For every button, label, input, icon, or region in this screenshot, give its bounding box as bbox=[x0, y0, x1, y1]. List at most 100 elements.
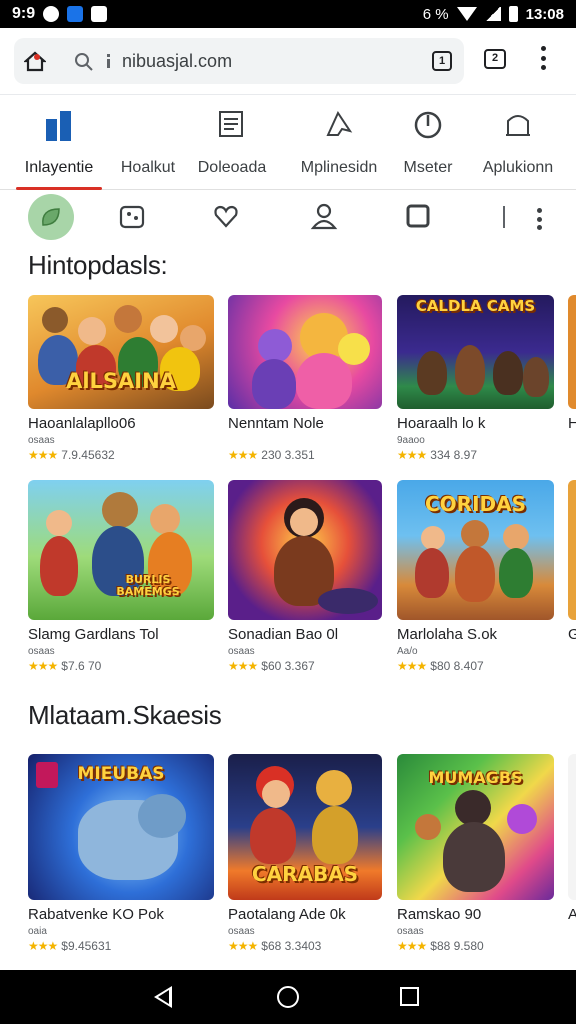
category-label: Mseter bbox=[403, 159, 453, 176]
game-card[interactable]: MUMAGBS Ramskao 90 osaas ★★★ $88 9.580 bbox=[397, 754, 554, 953]
game-thumbnail[interactable]: MUMAGBS bbox=[397, 754, 554, 900]
game-title: Rabatvenke KO Pok bbox=[28, 906, 164, 923]
category-label: Inlayentie bbox=[24, 159, 94, 176]
game-thumbnail[interactable] bbox=[228, 295, 382, 409]
game-logo: CARABAS bbox=[251, 862, 359, 886]
game-title: Ramskao 90 bbox=[397, 906, 482, 923]
badge bbox=[36, 762, 58, 788]
rating-stars: ★★★ bbox=[397, 659, 427, 673]
game-card[interactable]: CARABAS Paotalang Ade 0k osaas ★★★ $68 3.… bbox=[228, 754, 382, 953]
game-thumbnail[interactable]: CALDLA CAMS bbox=[397, 295, 554, 409]
game-title: Hoaraalh lo k bbox=[397, 415, 486, 432]
game-thumbnail[interactable] bbox=[228, 480, 382, 620]
rating-stars: ★★★ bbox=[228, 659, 258, 673]
game-subtitle: oaia bbox=[28, 926, 47, 937]
tab-switcher-button[interactable]: 2 bbox=[484, 49, 506, 69]
rating-value: $7.6 70 bbox=[61, 659, 102, 673]
game-thumbnail[interactable] bbox=[568, 754, 576, 900]
battery-icon bbox=[508, 6, 518, 22]
game-thumbnail[interactable]: CORIDAS bbox=[397, 480, 554, 620]
url-text[interactable]: nibuasjal.com bbox=[122, 51, 232, 72]
game-rating: ★★★ 7.9.45632 bbox=[28, 448, 214, 462]
heart-icon[interactable] bbox=[212, 202, 240, 230]
status-time: 9:9 bbox=[12, 5, 36, 22]
address-bar[interactable]: nibuasjal.com 1 bbox=[14, 38, 464, 84]
game-thumbnail[interactable] bbox=[568, 295, 576, 409]
rating-value: $9.45631 bbox=[61, 939, 112, 953]
category-label: Hoalkut bbox=[120, 159, 176, 176]
game-card-partial[interactable]: A bbox=[568, 754, 576, 923]
filter-row bbox=[0, 192, 576, 242]
game-logo: BURLIS BAMEMGS bbox=[116, 573, 180, 598]
filter-chip-active[interactable] bbox=[28, 194, 74, 240]
game-logo: CALDLA CAMS bbox=[415, 297, 536, 315]
game-card[interactable]: CORIDAS Marlolaha S.ok Aa/o ★★★ $80 8.407 bbox=[397, 480, 554, 673]
game-card-partial[interactable]: G bbox=[568, 480, 576, 643]
puzzle-icon[interactable] bbox=[118, 202, 146, 230]
game-card[interactable]: BURLIS BAMEMGS Slamg Gardlans Tol osaas … bbox=[28, 480, 214, 673]
game-rating: ★★★ $80 8.407 bbox=[397, 659, 554, 673]
rating-value: $68 3.3403 bbox=[261, 939, 322, 953]
game-thumbnail[interactable] bbox=[568, 480, 576, 620]
back-icon[interactable] bbox=[154, 986, 172, 1008]
category-tab-3[interactable]: Mplinesidn bbox=[294, 95, 384, 189]
tab-switcher-inner[interactable]: 1 bbox=[432, 51, 452, 71]
rating-stars: ★★★ bbox=[397, 448, 427, 462]
status-percent: 6 % bbox=[422, 5, 449, 23]
game-card[interactable]: AlLSAINA Haoanlalapllo06 osaas ★★★ 7.9.45… bbox=[28, 295, 214, 462]
home-icon[interactable] bbox=[24, 50, 46, 72]
category-tab-0[interactable]: Inlayentie bbox=[16, 95, 102, 190]
lock-icon[interactable] bbox=[106, 54, 111, 68]
category-tab-4[interactable]: Mseter bbox=[398, 95, 458, 189]
rating-value: 334 8.97 bbox=[430, 448, 477, 462]
rating-stars: ★★★ bbox=[228, 939, 258, 953]
game-card-partial[interactable]: H bbox=[568, 295, 576, 432]
more-icon[interactable] bbox=[536, 208, 542, 230]
game-card[interactable]: MIEUBAS Rabatvenke KO Pok oaia ★★★ $9.456… bbox=[28, 754, 214, 953]
recents-icon[interactable] bbox=[400, 987, 419, 1006]
wifi-icon bbox=[456, 7, 477, 21]
game-title: H bbox=[568, 415, 576, 432]
rating-value: $80 8.407 bbox=[430, 659, 484, 673]
game-subtitle: 9aaoo bbox=[397, 435, 425, 446]
game-rating: ★★★ $7.6 70 bbox=[28, 659, 214, 673]
game-rating: ★★★ $60 3.367 bbox=[228, 659, 382, 673]
notification-icon bbox=[43, 6, 60, 22]
game-thumbnail[interactable]: BURLIS BAMEMGS bbox=[28, 480, 214, 620]
category-label: Mplinesidn bbox=[300, 159, 378, 176]
category-tab-2[interactable]: Doleoada bbox=[194, 95, 270, 189]
airplane-icon bbox=[326, 110, 353, 136]
category-tab-5[interactable]: Aplukionn bbox=[480, 95, 556, 189]
category-label: Aplukionn bbox=[482, 159, 554, 176]
game-subtitle: osaas bbox=[28, 646, 55, 657]
game-thumbnail[interactable]: AlLSAINA bbox=[28, 295, 214, 409]
game-rating: ★★★ 334 8.97 bbox=[397, 448, 554, 462]
game-card[interactable]: CALDLA CAMS Hoaraalh lo k 9aaoo ★★★ 334 8… bbox=[397, 295, 554, 462]
status-clock: 13:08 bbox=[525, 5, 564, 23]
game-subtitle: osaas bbox=[228, 646, 255, 657]
rating-stars: ★★★ bbox=[28, 939, 58, 953]
game-logo: MUMAGBS bbox=[428, 768, 523, 787]
leaf-icon bbox=[42, 208, 60, 226]
rating-value: $60 3.367 bbox=[261, 659, 315, 673]
game-rating: ★★★ $68 3.3403 bbox=[228, 939, 382, 953]
game-title: Slamg Gardlans Tol bbox=[28, 626, 159, 643]
game-thumbnail[interactable]: CARABAS bbox=[228, 754, 382, 900]
game-subtitle: osaas bbox=[397, 926, 424, 937]
status-bar: 9:9 6 % 13:08 bbox=[0, 0, 576, 28]
game-card[interactable]: Sonadian Bao 0l osaas ★★★ $60 3.367 bbox=[228, 480, 382, 673]
game-title: Paotalang Ade 0k bbox=[228, 906, 346, 923]
category-tab-1[interactable]: Hoalkut bbox=[112, 95, 184, 189]
game-logo: MIEUBAS bbox=[77, 764, 165, 784]
power-icon bbox=[414, 111, 442, 139]
home-circle-icon[interactable] bbox=[277, 986, 299, 1008]
rating-stars: ★★★ bbox=[28, 448, 58, 462]
game-card[interactable]: Nenntam Nole ★★★ 230 3.351 bbox=[228, 295, 382, 462]
game-thumbnail[interactable]: MIEUBAS bbox=[28, 754, 214, 900]
game-subtitle: osaas bbox=[28, 435, 55, 446]
search-icon bbox=[75, 53, 93, 71]
overflow-menu-icon[interactable] bbox=[540, 46, 546, 70]
game-title: Nenntam Nole bbox=[228, 415, 324, 432]
person-icon[interactable] bbox=[310, 202, 338, 230]
square-icon[interactable] bbox=[404, 202, 432, 230]
